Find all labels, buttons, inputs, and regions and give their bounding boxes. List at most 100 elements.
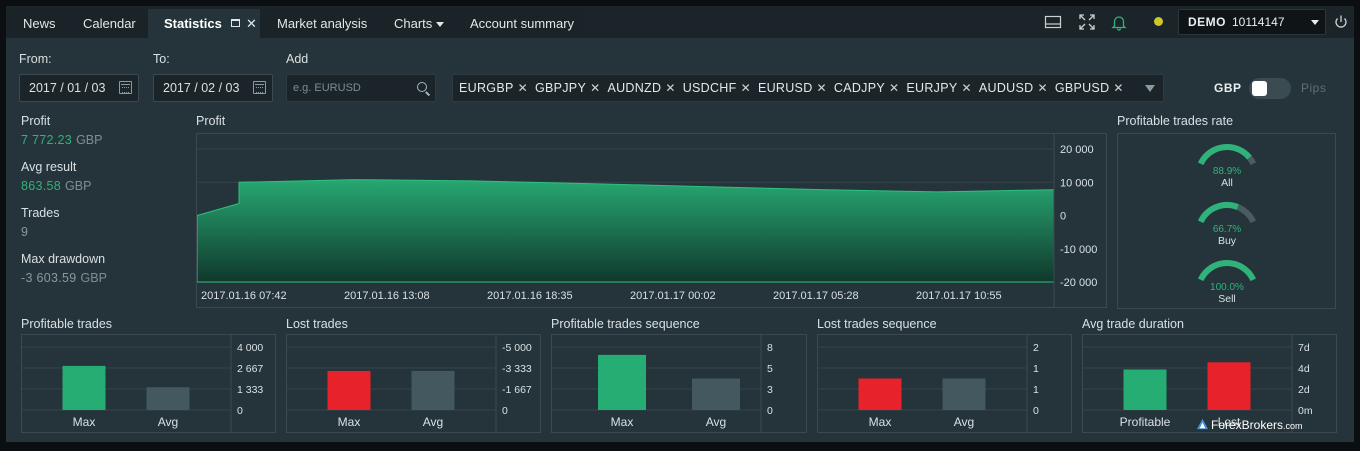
symbol-chip[interactable]: EURGBP ✕ (459, 75, 528, 101)
calendar-icon[interactable] (253, 81, 266, 94)
y-tick-label: 7d (1298, 342, 1310, 354)
symbol-chip[interactable]: GBPJPY ✕ (535, 75, 600, 101)
currency-pips-toggle[interactable] (1249, 78, 1291, 99)
tab-statistics[interactable]: Statistics ✕ (148, 9, 260, 38)
avg-duration-title: Avg trade duration (1082, 317, 1184, 331)
from-date-value: 2017 / 01 / 03 (29, 81, 106, 95)
remove-symbol-icon[interactable]: ✕ (889, 75, 899, 101)
profit-value: 7 772.23 GBP (21, 133, 103, 147)
add-label: Add (286, 52, 309, 66)
to-date-input[interactable]: 2017 / 02 / 03 (153, 74, 273, 102)
remove-symbol-icon[interactable]: ✕ (817, 75, 827, 101)
x-category-label: Avg (706, 415, 726, 429)
x-category-label: Avg (423, 415, 443, 429)
y-tick-label: 20 000 (1060, 144, 1094, 156)
x-tick-label: 2017.01.16 13:08 (344, 290, 430, 302)
forexbrokers-logo-icon (1196, 418, 1209, 430)
profitable-sequence-chart: 8 5 3 0 Max Avg (551, 334, 807, 433)
y-tick-label: 8 (767, 342, 773, 354)
tab-calendar[interactable]: Calendar (66, 9, 148, 38)
detach-window-icon[interactable] (231, 19, 240, 27)
symbol-chip[interactable]: AUDUSD ✕ (979, 75, 1048, 101)
remove-symbol-icon[interactable]: ✕ (665, 75, 675, 101)
bar (146, 387, 190, 410)
y-tick-label: 4d (1298, 363, 1310, 375)
trades-value: 9 (21, 225, 28, 239)
lost-trades-chart: -5 000 -3 333 -1 667 0 Max Avg (286, 334, 541, 433)
account-selector[interactable]: DEMO 10114147 (1178, 9, 1326, 35)
symbol-chip[interactable]: EURJPY ✕ (906, 75, 971, 101)
chevron-down-icon (1311, 20, 1319, 25)
x-tick-label: 2017.01.16 07:42 (201, 290, 287, 302)
bar (858, 378, 902, 410)
remove-symbol-icon[interactable]: ✕ (590, 75, 600, 101)
y-tick-label: 5 (767, 363, 773, 375)
gauge-caption: All (1221, 177, 1233, 189)
y-tick-label: 1 333 (237, 384, 263, 396)
gauge-caption: Buy (1218, 235, 1237, 247)
max-drawdown-label: Max drawdown (21, 252, 106, 266)
to-label: To: (153, 52, 170, 66)
power-icon[interactable] (1332, 13, 1350, 31)
symbol-chip[interactable]: GBPUSD ✕ (1055, 75, 1124, 101)
x-tick-label: 2017.01.17 05:28 (773, 290, 859, 302)
bell-icon[interactable] (1110, 13, 1128, 31)
symbol-chip-label: USDCHF (682, 81, 737, 95)
remove-symbol-icon[interactable]: ✕ (1113, 75, 1123, 101)
account-mode: DEMO (1188, 15, 1226, 29)
lost-trades-title: Lost trades (286, 317, 348, 331)
y-tick-label: -3 333 (502, 363, 532, 375)
statistics-panel: From: 2017 / 01 / 03 To: 2017 / 02 / 03 … (6, 38, 1354, 442)
fullscreen-icon[interactable] (1078, 13, 1096, 31)
symbol-chip-label: EURGBP (459, 81, 514, 95)
gauge-value-label: 66.7% (1213, 224, 1241, 235)
remove-symbol-icon[interactable]: ✕ (741, 75, 751, 101)
profitable-trades-chart: 4 000 2 667 1 333 0 Max Avg (21, 334, 276, 433)
profit-chart-svg: 20 000 10 000 0 -10 000 -20 000 2017.01.16 07… (196, 134, 1097, 307)
symbol-chip[interactable]: USDCHF ✕ (683, 75, 751, 101)
tab-market-analysis[interactable]: Market analysis (260, 9, 380, 38)
tab-charts[interactable]: Charts (380, 9, 455, 38)
symbol-chip[interactable]: EURUSD ✕ (758, 75, 827, 101)
trades-rate-title: Profitable trades rate (1117, 114, 1234, 128)
top-tab-bar: News Calendar Statistics ✕ Market analys… (6, 6, 1354, 38)
y-tick-label: -1 667 (502, 384, 532, 396)
bar (62, 365, 106, 410)
symbol-chip[interactable]: CADJPY ✕ (834, 75, 899, 101)
remove-symbol-icon[interactable]: ✕ (518, 75, 528, 101)
from-date-input[interactable]: 2017 / 01 / 03 (19, 74, 139, 102)
close-tab-icon[interactable]: ✕ (246, 9, 257, 38)
gauge-value-label: 88.9% (1213, 166, 1241, 177)
y-tick-label: 1 (1033, 363, 1039, 375)
y-tick-label: 0m (1298, 405, 1313, 417)
symbol-chip-label: CADJPY (833, 81, 886, 95)
y-tick-label: -20 000 (1060, 277, 1097, 289)
symbol-chip-list: EURGBP ✕ GBPJPY ✕ AUDNZD ✕ USDCHF ✕ EURUSD ✕ CADJP… (459, 81, 1131, 95)
y-tick-label: 1 (1033, 384, 1039, 396)
tab-statistics-label: Statistics (164, 16, 222, 31)
remove-symbol-icon[interactable]: ✕ (962, 75, 972, 101)
gauge-value-arc (1197, 260, 1257, 282)
tab-charts-label: Charts (394, 16, 433, 31)
x-tick-label: 2017.01.17 00:02 (630, 290, 716, 302)
layout-icon[interactable] (1044, 13, 1062, 31)
x-category-label: Avg (158, 415, 178, 429)
forexbrokers-watermark: ForexBrokers.com (1196, 418, 1303, 432)
y-tick-label: 0 (237, 405, 243, 417)
dropdown-arrow-icon[interactable] (1145, 85, 1155, 92)
tab-news[interactable]: News (6, 9, 66, 38)
symbol-chip[interactable]: AUDNZD ✕ (607, 75, 675, 101)
symbol-chip-label: EURJPY (906, 81, 958, 95)
add-symbol-field[interactable] (286, 74, 436, 102)
symbol-filter[interactable]: EURGBP ✕ GBPJPY ✕ AUDNZD ✕ USDCHF ✕ EURUSD ✕ CADJP… (452, 74, 1164, 102)
search-icon[interactable] (417, 82, 427, 92)
remove-symbol-icon[interactable]: ✕ (1037, 75, 1047, 101)
add-symbol-input[interactable] (287, 75, 407, 101)
gauge-value-label: 100.0% (1210, 282, 1244, 293)
tab-calendar-label: Calendar (83, 16, 136, 31)
gauge-value-arc (1197, 144, 1252, 166)
calendar-icon[interactable] (119, 81, 132, 94)
lost-sequence-title: Lost trades sequence (817, 317, 937, 331)
tab-account-summary[interactable]: Account summary (455, 9, 586, 38)
trades-rate-panel: 88.9% All 66.7% Buy 100.0% Sell (1117, 133, 1336, 309)
